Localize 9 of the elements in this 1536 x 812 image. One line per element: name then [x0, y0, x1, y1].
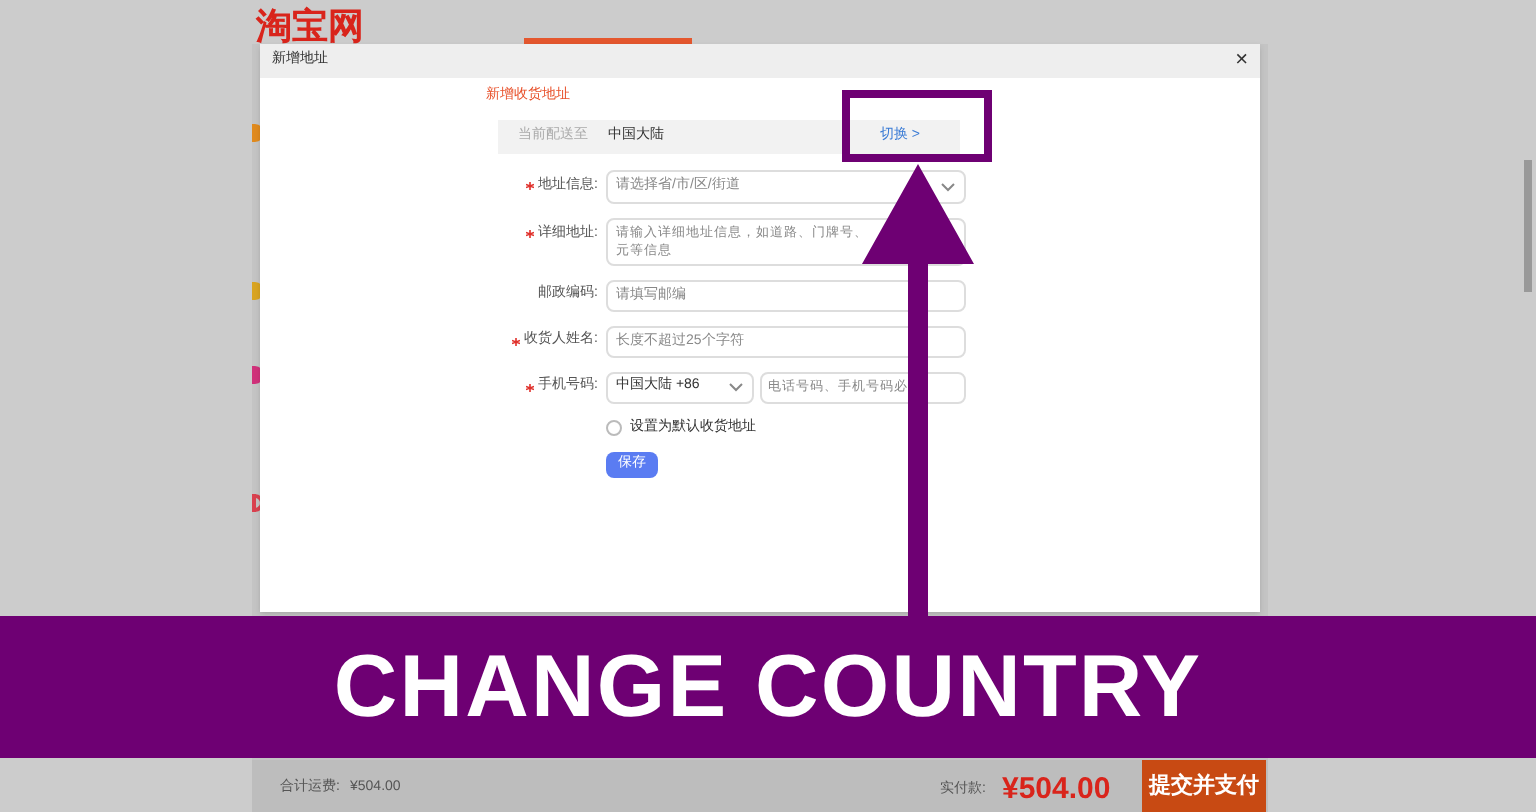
- pay-value: ¥504.00: [1002, 770, 1111, 810]
- logo[interactable]: 淘宝网: [256, 8, 364, 44]
- caret-icon: [940, 181, 956, 191]
- scrollbar-thumb: [1524, 160, 1532, 292]
- banner-text: CHANGE COUNTRY: [333, 635, 1203, 739]
- submit-pay-button[interactable]: 提交并支付: [1142, 760, 1266, 812]
- checkbox[interactable]: [606, 419, 622, 436]
- caret-icon: [728, 382, 744, 392]
- close-button[interactable]: ×: [1235, 50, 1248, 72]
